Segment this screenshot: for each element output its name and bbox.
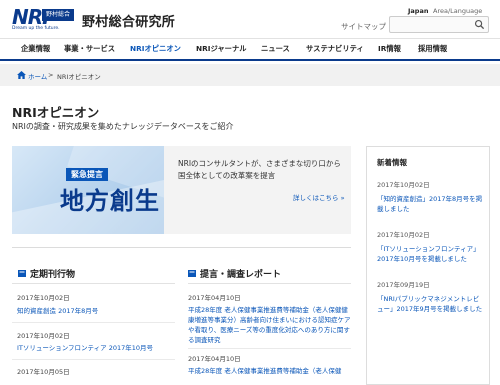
feature-banner[interactable]: 緊急提言 地方創生 NRIのコンサルタントが、さまざまな切り口から国全体としての… (12, 146, 351, 234)
periodicals-heading: 定期刊行物 (30, 270, 76, 280)
breadcrumb-home[interactable]: ホーム (28, 71, 47, 81)
nav-item-recruit[interactable]: 採用情報 (418, 44, 447, 54)
nav-item-business[interactable]: 事業・サービス (64, 44, 115, 54)
banner-more-link[interactable]: 詳しくはこちら » (293, 192, 345, 202)
news-panel: 新着情報 2017年10月02日 「知的資産創造」2017年8月号を掲載しました… (366, 146, 490, 385)
language-selector-link[interactable]: Area/Language (433, 7, 482, 15)
company-name[interactable]: 野村総合研究所 (82, 11, 175, 30)
banner-image[interactable]: 緊急提言 地方創生 (12, 146, 164, 234)
global-nav: 企業情報 事業・サービス NRIオピニオン NRIジャーナル ニュース サステナ… (0, 38, 500, 61)
news-link[interactable]: 「NRIパブリックマネジメントレビュー」2017年9月号を掲載しました (377, 294, 483, 314)
periodical-date: 2017年10月02日 (17, 332, 70, 340)
row-divider (12, 359, 175, 360)
nav-item-ir[interactable]: IR情報 (378, 44, 401, 54)
page-description: NRIの調査・研究成果を集めたナレッジデータベースをご紹介 (12, 122, 234, 131)
periodical-link[interactable]: 知的資産創造 2017年8月号 (17, 306, 175, 316)
nav-item-opinion[interactable]: NRIオピニオン (130, 44, 181, 54)
banner-kicker: 緊急提言 (66, 168, 108, 181)
logo-tag: 野村総合 (42, 9, 74, 21)
section-rule (188, 283, 351, 284)
breadcrumb-current: NRIオピニオン (57, 73, 101, 81)
report-date: 2017年04月10日 (188, 355, 241, 363)
breadcrumb-separator: > (48, 71, 54, 79)
home-icon (17, 71, 26, 79)
logo-slogan: Dream up the future. (12, 26, 60, 31)
nri-logo[interactable]: NRI 野村総合 Dream up the future. (12, 7, 76, 31)
report-link[interactable]: 平成28年度 老人保健事業推進費等補助金（老人保健健康増進等事業分）高齢者向け住… (188, 305, 351, 345)
section-divider (12, 247, 351, 248)
reports-heading: 提言・調査レポート (200, 270, 282, 280)
section-rule (12, 283, 175, 284)
report-date: 2017年04月10日 (188, 294, 241, 302)
language-current: Japan (408, 7, 429, 15)
news-link[interactable]: 「ITソリューションフロンティア」2017年10月号を掲載しました (377, 244, 483, 264)
row-divider (188, 348, 351, 349)
news-item: 2017年10月02日 「ITソリューションフロンティア」2017年10月号を掲… (377, 229, 483, 264)
news-date: 2017年10月02日 (377, 231, 430, 239)
search-input[interactable] (393, 19, 473, 30)
search-box[interactable] (389, 16, 489, 33)
breadcrumb: ホーム > NRIオピニオン (0, 64, 500, 86)
nav-item-corporate[interactable]: 企業情報 (21, 44, 50, 54)
search-icon[interactable] (474, 19, 485, 30)
section-bullet-icon (188, 270, 196, 277)
news-date: 2017年09月19日 (377, 281, 430, 289)
periodical-date: 2017年10月05日 (17, 368, 70, 376)
banner-headline: 地方創生 (60, 187, 160, 215)
page-title: NRIオピニオン (12, 105, 100, 120)
nav-item-news[interactable]: ニュース (261, 44, 290, 54)
news-date: 2017年10月02日 (377, 181, 430, 189)
news-item: 2017年09月19日 「NRIパブリックマネジメントレビュー」2017年9月号… (377, 279, 483, 314)
section-bullet-icon (18, 270, 26, 277)
row-divider (12, 322, 175, 323)
sitemap-link[interactable]: サイトマップ (341, 21, 386, 32)
periodical-date: 2017年10月02日 (17, 294, 70, 302)
periodical-link[interactable]: ITソリューションフロンティア 2017年10月号 (17, 343, 175, 353)
news-panel-title: 新着情報 (377, 158, 407, 167)
banner-text: NRIのコンサルタントが、さまざまな切り口から国全体としての改革案を提言 (178, 159, 341, 180)
news-link[interactable]: 「知的資産創造」2017年8月号を掲載しました (377, 194, 483, 214)
nav-item-journal[interactable]: NRIジャーナル (196, 44, 247, 54)
news-item: 2017年10月02日 「知的資産創造」2017年8月号を掲載しました (377, 179, 483, 214)
site-header: NRI 野村総合 Dream up the future. 野村総合研究所 Ja… (0, 0, 500, 38)
nav-item-sustainability[interactable]: サステナビリティ (306, 44, 364, 54)
report-link[interactable]: 平成28年度 老人保健事業推進費等補助金（老人保健 (188, 366, 351, 385)
